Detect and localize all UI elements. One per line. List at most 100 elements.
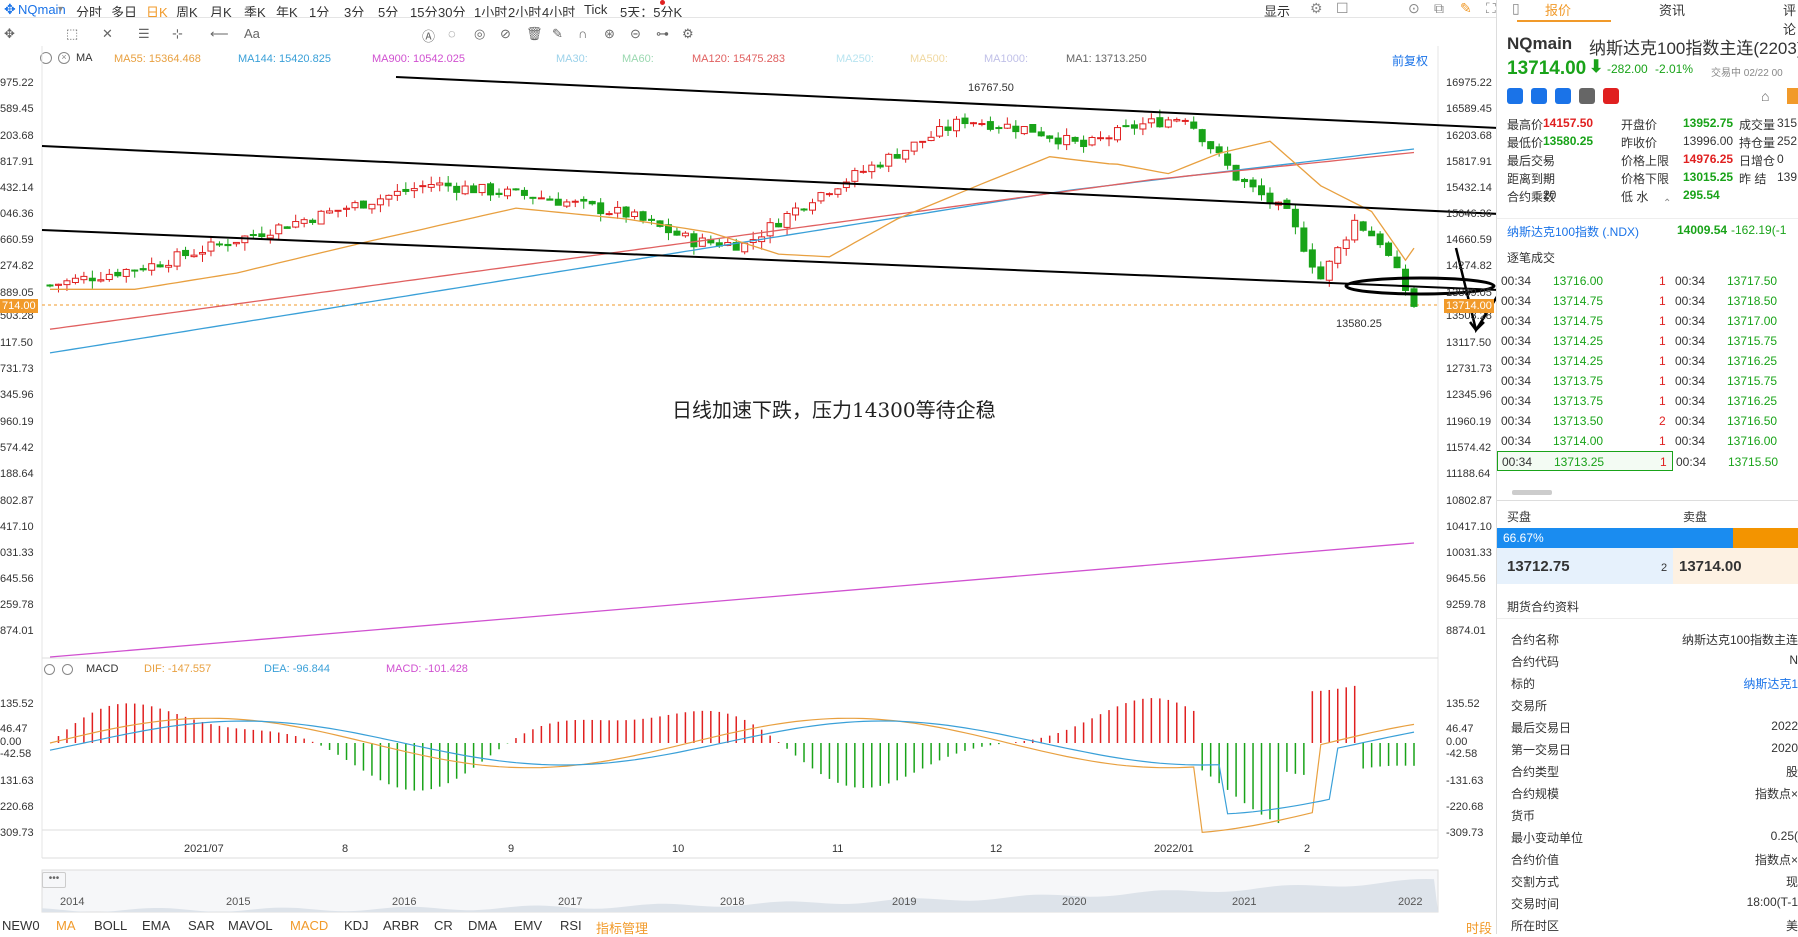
tick-time: 00:34: [1501, 314, 1532, 328]
contract-value: 现: [1785, 875, 1798, 889]
indicator-tab-5[interactable]: MAVOL: [228, 918, 273, 933]
link-icon[interactable]: ⊶: [656, 26, 669, 42]
candle-body: [1207, 141, 1215, 150]
candle-body: [876, 164, 884, 168]
candle-body: [88, 277, 96, 282]
contract-key: 标的: [1511, 677, 1536, 691]
indicator-tab-7[interactable]: KDJ: [344, 918, 369, 933]
undo-icon[interactable]: ⟵: [210, 26, 229, 42]
text-tool-icon[interactable]: Aa: [244, 26, 260, 41]
candle-body: [571, 200, 579, 203]
tick-qty: 1: [1659, 354, 1666, 368]
contract-key: 合约代码: [1511, 655, 1560, 669]
font-tool-icon[interactable]: Ⓐ: [422, 26, 435, 45]
rect-tool-icon[interactable]: ⬚: [66, 26, 78, 42]
measure-tool-icon[interactable]: ⊹: [172, 26, 183, 42]
indicator-tab-4[interactable]: SAR: [188, 918, 215, 933]
expand-icon[interactable]: ⌃: [1663, 198, 1671, 209]
indicator-tab-2[interactable]: BOLL: [94, 918, 127, 933]
hide-icon[interactable]: ◌: [448, 26, 456, 41]
visibility-icon[interactable]: ⊛: [604, 26, 615, 42]
price-tick-right: 11188.64: [1446, 468, 1491, 480]
copy-icon[interactable]: ⧉: [1434, 0, 1444, 17]
candle-body: [588, 200, 596, 205]
indicator-tab-6[interactable]: MACD: [290, 918, 328, 933]
overview-year: 2018: [720, 896, 745, 908]
candle-body: [529, 196, 537, 199]
tab-quote[interactable]: 报价: [1545, 0, 1571, 19]
macd-tick-right: -131.63: [1446, 775, 1484, 787]
candle-body: [631, 211, 639, 218]
tab-comments[interactable]: 评论: [1783, 0, 1798, 38]
tick-price: 13715.75: [1727, 334, 1778, 348]
price-tick-right: 16975.22: [1446, 77, 1492, 89]
tick-price: 13713.75: [1553, 394, 1604, 408]
panel-icon[interactable]: ▯: [1512, 0, 1520, 17]
indicator-tab-12[interactable]: RSI: [560, 918, 582, 933]
indicator-tab-1[interactable]: MA: [56, 918, 76, 933]
candle-body: [1181, 119, 1189, 122]
candle-body: [80, 275, 88, 281]
macd-tick-right: 0.00: [1446, 736, 1468, 748]
lightning-icon[interactable]: [1531, 88, 1547, 104]
flag-icon[interactable]: [1507, 88, 1523, 104]
macd-tick-right: 135.52: [1446, 698, 1480, 710]
fullscreen-icon[interactable]: ⛶: [1486, 0, 1496, 17]
settings-icon[interactable]: ⚙: [1310, 0, 1323, 17]
delete-icon[interactable]: 🗑: [526, 26, 543, 42]
kline-chart[interactable]: [0, 0, 1496, 916]
divider: [1497, 618, 1798, 619]
pen-icon[interactable]: ✎: [552, 26, 563, 42]
candle-body: [1029, 124, 1037, 133]
clear-icon[interactable]: ⊝: [630, 26, 641, 42]
price-tick-right: 11574.42: [1446, 442, 1492, 454]
indicator-tab-10[interactable]: DMA: [468, 918, 497, 933]
indicator-tab-8[interactable]: ARBR: [383, 918, 419, 933]
ruler-tool-icon[interactable]: ☰: [138, 26, 150, 42]
quote-value: 315: [1777, 116, 1798, 130]
candle-body: [580, 198, 588, 202]
candle-body: [165, 264, 173, 268]
macd-label[interactable]: MACD: [86, 663, 118, 675]
price-tick-left: 731.73: [0, 363, 34, 375]
settings-icon[interactable]: ⚙: [682, 26, 694, 42]
macd-dea: DEA: -96.844: [264, 663, 331, 675]
doc-icon[interactable]: [1579, 88, 1595, 104]
display-menu[interactable]: 显示: [1264, 1, 1290, 20]
candle-body: [775, 222, 783, 228]
candle-body: [1393, 256, 1401, 269]
more-icon[interactable]: •••: [42, 872, 66, 888]
magnet-icon[interactable]: ∩: [578, 26, 587, 41]
indicator-tab-0[interactable]: NEW0: [2, 918, 40, 933]
candle-body: [893, 154, 901, 159]
checkbox-icon[interactable]: ☐: [1336, 0, 1349, 17]
camera-icon[interactable]: ⊙: [1408, 0, 1420, 17]
lock-icon[interactable]: ⊘: [500, 26, 511, 42]
line-tool-icon[interactable]: ✕: [102, 26, 113, 42]
candle-body: [605, 213, 613, 216]
eye-icon[interactable]: ◎: [474, 26, 485, 42]
indicator-tab-11[interactable]: EMV: [514, 918, 542, 933]
price-tick-left: 589.45: [0, 103, 34, 115]
tab-news[interactable]: 资讯: [1659, 0, 1685, 19]
people-icon[interactable]: [1555, 88, 1571, 104]
bell-icon[interactable]: ⌂: [1761, 88, 1769, 104]
price-tick-right: 12345.96: [1446, 389, 1492, 401]
indicator-tab-3[interactable]: EMA: [142, 918, 170, 933]
macd-value: MACD: -101.428: [386, 663, 468, 675]
scrollbar[interactable]: [1512, 490, 1552, 495]
candle-body: [614, 206, 622, 214]
crosshair-tool-icon[interactable]: ✥: [4, 26, 15, 42]
session-button[interactable]: 时段: [1466, 918, 1492, 937]
indicator-tab-9[interactable]: CR: [434, 918, 453, 933]
quick-trade-icon[interactable]: [1787, 88, 1798, 104]
heart-icon[interactable]: [1603, 88, 1619, 104]
index-name[interactable]: 纳斯达克100指数 (.NDX): [1507, 223, 1639, 240]
candle-body: [182, 249, 190, 257]
pencil-icon[interactable]: ✎: [1460, 0, 1472, 17]
candle-body: [1300, 227, 1308, 252]
contract-value[interactable]: 纳斯达克1: [1743, 675, 1798, 692]
macd-close-icon[interactable]: [62, 664, 73, 675]
macd-settings-icon[interactable]: [44, 664, 55, 675]
indicator-tab-13[interactable]: 指标管理: [596, 918, 648, 937]
